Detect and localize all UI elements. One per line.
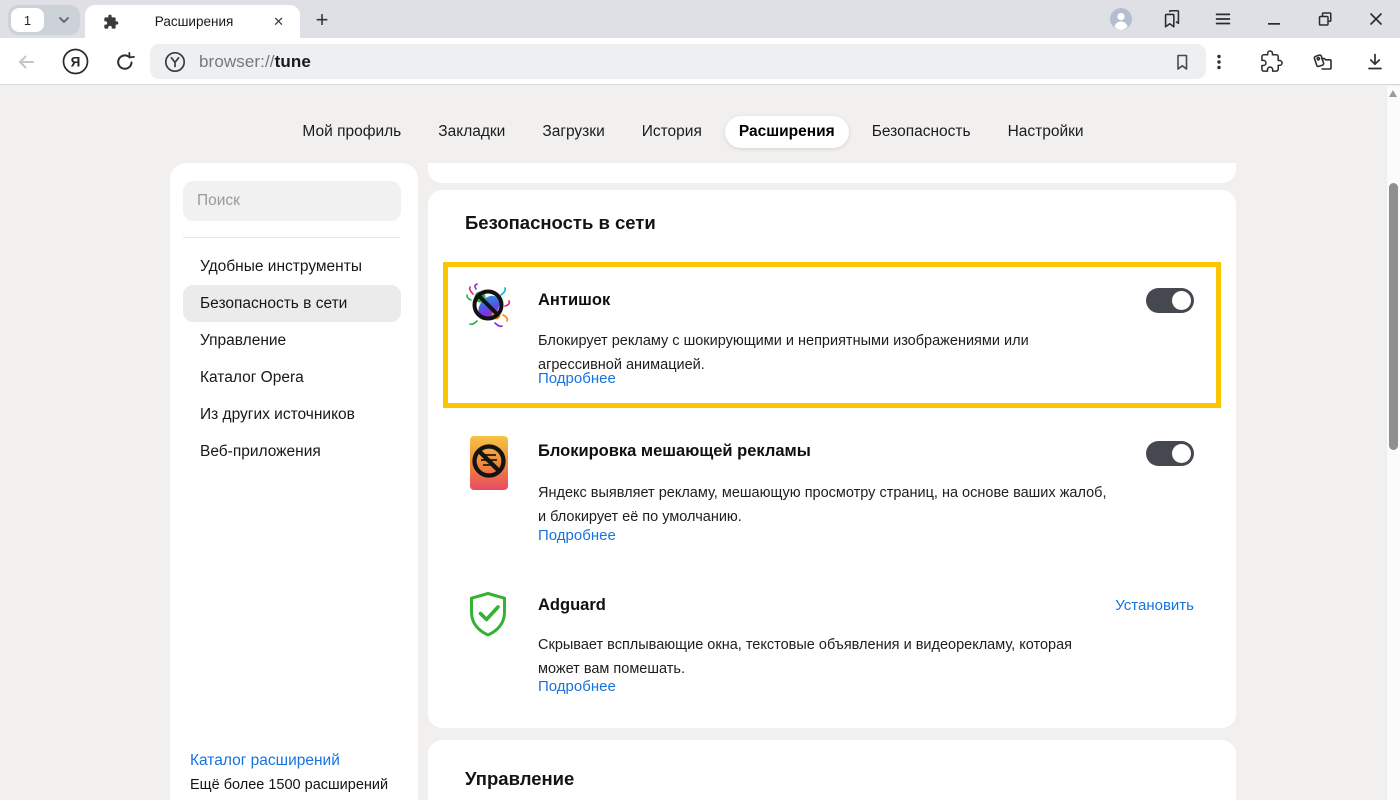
tab-bookmarks[interactable]: Закладки bbox=[424, 116, 519, 148]
back-button[interactable] bbox=[14, 50, 38, 74]
extensions-catalog-link[interactable]: Каталог расширений bbox=[190, 749, 388, 773]
url-text[interactable]: browser://tune bbox=[199, 52, 311, 72]
tab-count-control[interactable]: 1 bbox=[8, 5, 80, 35]
new-tab-button[interactable]: + bbox=[306, 4, 338, 36]
sidebar-item-management[interactable]: Управление bbox=[183, 322, 401, 359]
sidebar-item-opera-catalog[interactable]: Каталог Opera bbox=[183, 359, 401, 396]
extension-name: Блокировка мешающей рекламы bbox=[538, 442, 811, 461]
tab-downloads[interactable]: Загрузки bbox=[528, 116, 618, 148]
puzzle-icon bbox=[1260, 50, 1283, 73]
tab-security[interactable]: Безопасность bbox=[858, 116, 985, 148]
blocked-ad-icon bbox=[468, 434, 510, 492]
tab-strip: 1 Расширения ✕ + bbox=[0, 0, 1400, 38]
profile-avatar[interactable] bbox=[1109, 6, 1133, 32]
sidebar-item-other-sources[interactable]: Из других источников bbox=[183, 396, 401, 433]
bookmarks-icon bbox=[1161, 8, 1183, 30]
previous-card-sliver bbox=[428, 163, 1236, 183]
details-link[interactable]: Подробнее bbox=[538, 370, 616, 387]
sidebar-divider bbox=[183, 237, 400, 238]
extension-name: Adguard bbox=[538, 596, 606, 615]
url-host: tune bbox=[275, 52, 311, 71]
close-icon bbox=[1368, 11, 1384, 27]
address-bar[interactable]: browser://tune bbox=[150, 44, 1206, 79]
section-title: Безопасность в сети bbox=[465, 212, 656, 234]
antishock-bug-icon bbox=[465, 283, 511, 329]
tab-title: Расширения bbox=[119, 14, 269, 29]
sidebar-item-web-security[interactable]: Безопасность в сети bbox=[183, 285, 401, 322]
bookmarks-panel-button[interactable] bbox=[1160, 6, 1184, 32]
tab-settings[interactable]: Настройки bbox=[994, 116, 1098, 148]
tab-count-badge[interactable]: 1 bbox=[11, 8, 44, 32]
extension-description: Блокирует рекламу с шокирующими и неприя… bbox=[538, 329, 1104, 377]
bookmark-icon bbox=[1172, 52, 1192, 72]
tune-page-icon bbox=[164, 51, 186, 73]
overflow-menu-button[interactable] bbox=[1206, 49, 1232, 75]
extensions-sidebar: Удобные инструменты Безопасность в сети … bbox=[170, 163, 418, 800]
address-toolbar: Я browser://tune bbox=[0, 38, 1400, 85]
sidebar-item-tools[interactable]: Удобные инструменты bbox=[183, 248, 401, 285]
bookmark-page-button[interactable] bbox=[1172, 52, 1192, 72]
collections-toolbar-button[interactable] bbox=[1310, 49, 1336, 75]
extensions-toolbar-button[interactable] bbox=[1258, 49, 1284, 75]
tag-folder-icon bbox=[1311, 50, 1335, 74]
browser-tab-extensions[interactable]: Расширения ✕ bbox=[85, 5, 300, 38]
extensions-catalog-note: Ещё более 1500 расширений bbox=[190, 773, 388, 797]
tab-my-profile[interactable]: Мой профиль bbox=[288, 116, 415, 148]
antishock-toggle[interactable] bbox=[1146, 288, 1194, 313]
scrollbar-thumb[interactable] bbox=[1389, 183, 1398, 450]
hamburger-icon bbox=[1213, 9, 1233, 29]
three-dots-icon bbox=[1209, 52, 1229, 72]
extension-description: Яндекс выявляет рекламу, мешающую просмо… bbox=[538, 481, 1118, 529]
install-link[interactable]: Установить bbox=[1115, 597, 1194, 614]
refresh-icon bbox=[113, 50, 136, 73]
restore-icon bbox=[1317, 11, 1333, 27]
details-link[interactable]: Подробнее bbox=[538, 678, 616, 695]
scroll-up-arrow[interactable] bbox=[1389, 90, 1397, 97]
restore-button[interactable] bbox=[1313, 6, 1337, 32]
yandex-logo-button[interactable]: Я bbox=[62, 48, 89, 75]
browser-menu-button[interactable] bbox=[1211, 6, 1235, 32]
downloads-toolbar-button[interactable] bbox=[1362, 49, 1388, 75]
close-window-button[interactable] bbox=[1364, 6, 1388, 32]
web-security-card: Безопасность в сети bbox=[428, 190, 1236, 728]
extension-description: Скрывает всплывающие окна, текстовые объ… bbox=[538, 633, 1116, 681]
details-link[interactable]: Подробнее bbox=[538, 527, 616, 544]
extension-name: Антишок bbox=[538, 291, 610, 310]
puzzle-favicon-icon bbox=[103, 14, 119, 30]
svg-text:Я: Я bbox=[71, 54, 81, 69]
url-scheme: browser:// bbox=[199, 52, 275, 71]
extension-row-antishock-highlight: Антишок Блокирует рекламу с шокирующими … bbox=[443, 262, 1221, 408]
sidebar-item-web-apps[interactable]: Веб-приложения bbox=[183, 433, 401, 470]
settings-nav-tabs: Мой профиль Закладки Загрузки История Ра… bbox=[0, 116, 1386, 148]
tab-history[interactable]: История bbox=[628, 116, 716, 148]
chevron-down-icon bbox=[57, 13, 71, 27]
ad-blocking-toggle[interactable] bbox=[1146, 441, 1194, 466]
tab-extensions[interactable]: Расширения bbox=[725, 116, 849, 148]
minimize-button[interactable] bbox=[1262, 6, 1286, 32]
arrow-left-icon bbox=[14, 50, 38, 74]
tab-close-button[interactable]: ✕ bbox=[269, 12, 288, 32]
refresh-button[interactable] bbox=[113, 50, 136, 73]
minimize-icon bbox=[1266, 11, 1282, 27]
management-card: Управление bbox=[428, 740, 1236, 800]
tune-page: Мой профиль Закладки Загрузки История Ра… bbox=[0, 86, 1400, 800]
search-input[interactable] bbox=[183, 181, 401, 221]
section-title-management: Управление bbox=[465, 768, 574, 790]
adguard-shield-icon bbox=[465, 590, 511, 640]
yandex-logo-icon: Я bbox=[62, 48, 89, 75]
download-icon bbox=[1364, 51, 1386, 73]
